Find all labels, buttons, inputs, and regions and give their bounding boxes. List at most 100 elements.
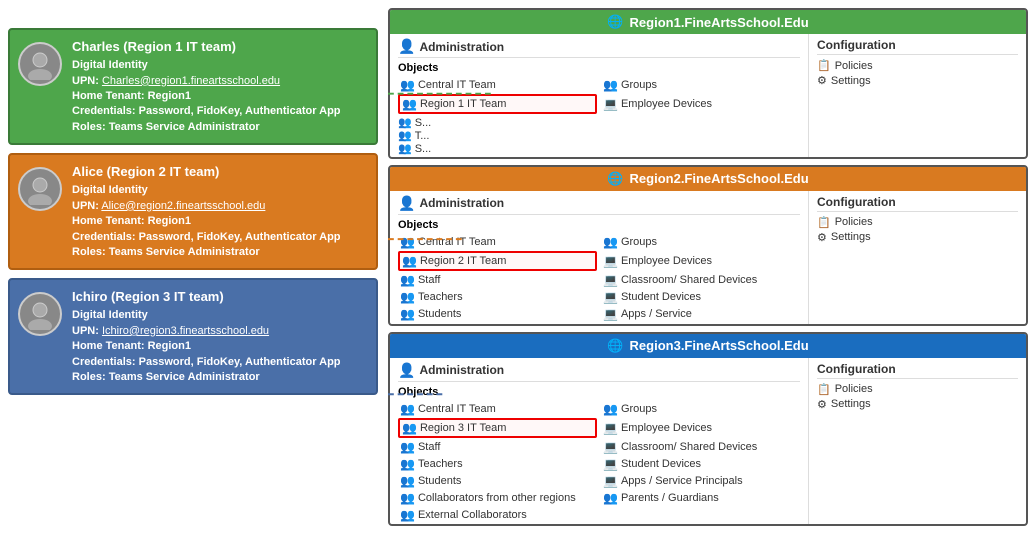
policies-icon: 📋 [817, 59, 831, 72]
region2-it-team: 👥 Region 2 IT Team [398, 251, 597, 271]
region1-objects-label: Objects [398, 62, 800, 74]
region1-groups: 👥 Groups [601, 77, 800, 93]
region1-config-title: Configuration [817, 38, 1018, 55]
main-container: Charles (Region 1 IT team) Digital Ident… [0, 0, 1036, 534]
ichiro-upn: UPN: Ichiro@region3.fineartsschool.edu [72, 324, 341, 339]
alice-info: Alice (Region 2 IT team) Digital Identit… [72, 163, 341, 260]
region3-globe-icon: 🌐 [607, 338, 623, 354]
central-it-icon: 👥 [400, 78, 415, 92]
region2-student-devices: 💻 Student Devices [601, 289, 800, 305]
region2-globe-icon: 🌐 [607, 171, 623, 187]
region2-body: 👤 Administration Objects 👥 Central IT Te… [390, 191, 1026, 326]
charles-creds: Credentials: Password, FidoKey, Authenti… [72, 104, 341, 119]
charles-avatar [18, 42, 62, 86]
charles-info: Charles (Region 1 IT team) Digital Ident… [72, 38, 341, 135]
ichiro-name: Ichiro (Region 3 IT team) [72, 288, 341, 306]
region1-admin-title: 👤 Administration [398, 38, 800, 58]
region3-teachers: 👥 Teachers [398, 456, 597, 472]
alice-upn: UPN: Alice@region2.fineartsschool.edu [72, 199, 341, 214]
r2-policies-icon: 📋 [817, 216, 831, 229]
region3-header: 🌐 Region3.FineArtsSchool.Edu [390, 334, 1026, 358]
region3-admin-title: 👤 Administration [398, 362, 800, 382]
region2-employee-devices: 💻 Employee Devices [601, 251, 800, 271]
region3-config-items: 📋 Policies ⚙ Settings [817, 383, 1018, 411]
region1-objects-grid: 👥 Central IT Team 👥 Groups 👥 Region 1 IT… [398, 77, 800, 114]
r3-settings-icon: ⚙ [817, 398, 827, 411]
region3-admin-icon: 👤 [398, 362, 415, 379]
region1-title: Region1.FineArtsSchool.Edu [630, 15, 809, 30]
region3-employee-devices: 💻 Employee Devices [601, 418, 800, 438]
region3-student-devices: 💻 Student Devices [601, 456, 800, 472]
region2-objects-label: Objects [398, 219, 800, 231]
region2-apps: 💻 Apps / Service [601, 306, 800, 322]
charles-card: Charles (Region 1 IT team) Digital Ident… [8, 28, 378, 145]
regions-panel: 🌐 Region1.FineArtsSchool.Edu 👤 Administr… [388, 8, 1028, 526]
region3-objects-label: Objects [398, 386, 800, 398]
r2-settings-icon: ⚙ [817, 231, 827, 244]
alice-card: Alice (Region 2 IT team) Digital Identit… [8, 153, 378, 270]
region3-body: 👤 Administration Objects 👥 Central IT Te… [390, 358, 1026, 526]
alice-creds: Credentials: Password, FidoKey, Authenti… [72, 230, 341, 245]
region1-policies: 📋 Policies [817, 59, 1018, 72]
region3-policies: 📋 Policies [817, 383, 1018, 396]
charles-digital-id: Digital Identity [72, 58, 341, 73]
employee-devices-icon: 💻 [603, 97, 618, 111]
region2-staff: 👥 Staff [398, 272, 597, 288]
region3-admin-section: 👤 Administration Objects 👥 Central IT Te… [390, 358, 809, 526]
region3-external: 👥 External Collaborators [398, 507, 597, 523]
region2-settings: ⚙ Settings [817, 231, 1018, 244]
region3-central-it: 👥 Central IT Team [398, 401, 597, 417]
region3-students: 👥 Students [398, 473, 597, 489]
region1-config-items: 📋 Policies ⚙ Settings [817, 59, 1018, 87]
region3-collaborators: 👥 Collaborators from other regions [398, 490, 597, 506]
region3-title: Region3.FineArtsSchool.Edu [630, 338, 809, 353]
region2-policies: 📋 Policies [817, 216, 1018, 229]
region2-classroom-devices: 💻 Classroom/ Shared Devices [601, 272, 800, 288]
region2-box: 🌐 Region2.FineArtsSchool.Edu 👤 Administr… [388, 165, 1028, 326]
region1-admin-section: 👤 Administration Objects 👥 Central IT Te… [390, 34, 809, 159]
region1-central-it: 👥 Central IT Team [398, 77, 597, 93]
region3-classroom-devices: 💻 Classroom/ Shared Devices [601, 439, 800, 455]
ichiro-info: Ichiro (Region 3 IT team) Digital Identi… [72, 288, 341, 385]
region2-central-it: 👥 Central IT Team [398, 234, 597, 250]
region3-groups: 👥 Groups [601, 401, 800, 417]
ichiro-card: Ichiro (Region 3 IT team) Digital Identi… [8, 278, 378, 395]
settings-icon: ⚙ [817, 74, 827, 87]
region3-staff: 👥 Staff [398, 439, 597, 455]
region1-settings: ⚙ Settings [817, 74, 1018, 87]
ichiro-tenant: Home Tenant: Region1 [72, 339, 341, 354]
region3-box: 🌐 Region3.FineArtsSchool.Edu 👤 Administr… [388, 332, 1028, 526]
ichiro-roles: Roles: Teams Service Administrator [72, 370, 341, 385]
region2-groups: 👥 Groups [601, 234, 800, 250]
region3-apps: 💻 Apps / Service Principals [601, 473, 800, 489]
region1-employee-devices: 💻 Employee Devices [601, 94, 800, 114]
region3-it-team: 👥 Region 3 IT Team [398, 418, 597, 438]
ichiro-digital-id: Digital Identity [72, 308, 341, 323]
region3-config-title: Configuration [817, 362, 1018, 379]
region2-objects-grid: 👥 Central IT Team 👥 Groups 👥 Region 2 IT… [398, 234, 800, 322]
region2-title: Region2.FineArtsSchool.Edu [630, 171, 809, 186]
region1-team-icon: 👥 [402, 97, 417, 111]
region1-header: 🌐 Region1.FineArtsSchool.Edu [390, 10, 1026, 34]
charles-tenant: Home Tenant: Region1 [72, 89, 341, 104]
ichiro-avatar [18, 292, 62, 336]
region2-students: 👥 Students [398, 306, 597, 322]
region2-admin-title: 👤 Administration [398, 195, 800, 215]
charles-name: Charles (Region 1 IT team) [72, 38, 341, 56]
region3-config-section: Configuration 📋 Policies ⚙ Settings [809, 358, 1026, 526]
alice-roles: Roles: Teams Service Administrator [72, 245, 341, 260]
region1-extra-items: 👥S... 👥T... 👥S... [398, 116, 800, 155]
region1-admin-icon: 👤 [398, 38, 415, 55]
people-panel: Charles (Region 1 IT team) Digital Ident… [8, 8, 378, 526]
ichiro-creds: Credentials: Password, FidoKey, Authenti… [72, 355, 341, 370]
r3-policies-icon: 📋 [817, 383, 831, 396]
charles-roles: Roles: Teams Service Administrator [72, 120, 341, 135]
region2-admin-icon: 👤 [398, 195, 415, 212]
alice-digital-id: Digital Identity [72, 183, 341, 198]
region1-it-team: 👥 Region 1 IT Team [398, 94, 597, 114]
region2-header: 🌐 Region2.FineArtsSchool.Edu [390, 167, 1026, 191]
region2-config-items: 📋 Policies ⚙ Settings [817, 216, 1018, 244]
region2-teachers: 👥 Teachers [398, 289, 597, 305]
region3-objects-grid: 👥 Central IT Team 👥 Groups 👥 Region 3 IT… [398, 401, 800, 523]
alice-avatar [18, 167, 62, 211]
